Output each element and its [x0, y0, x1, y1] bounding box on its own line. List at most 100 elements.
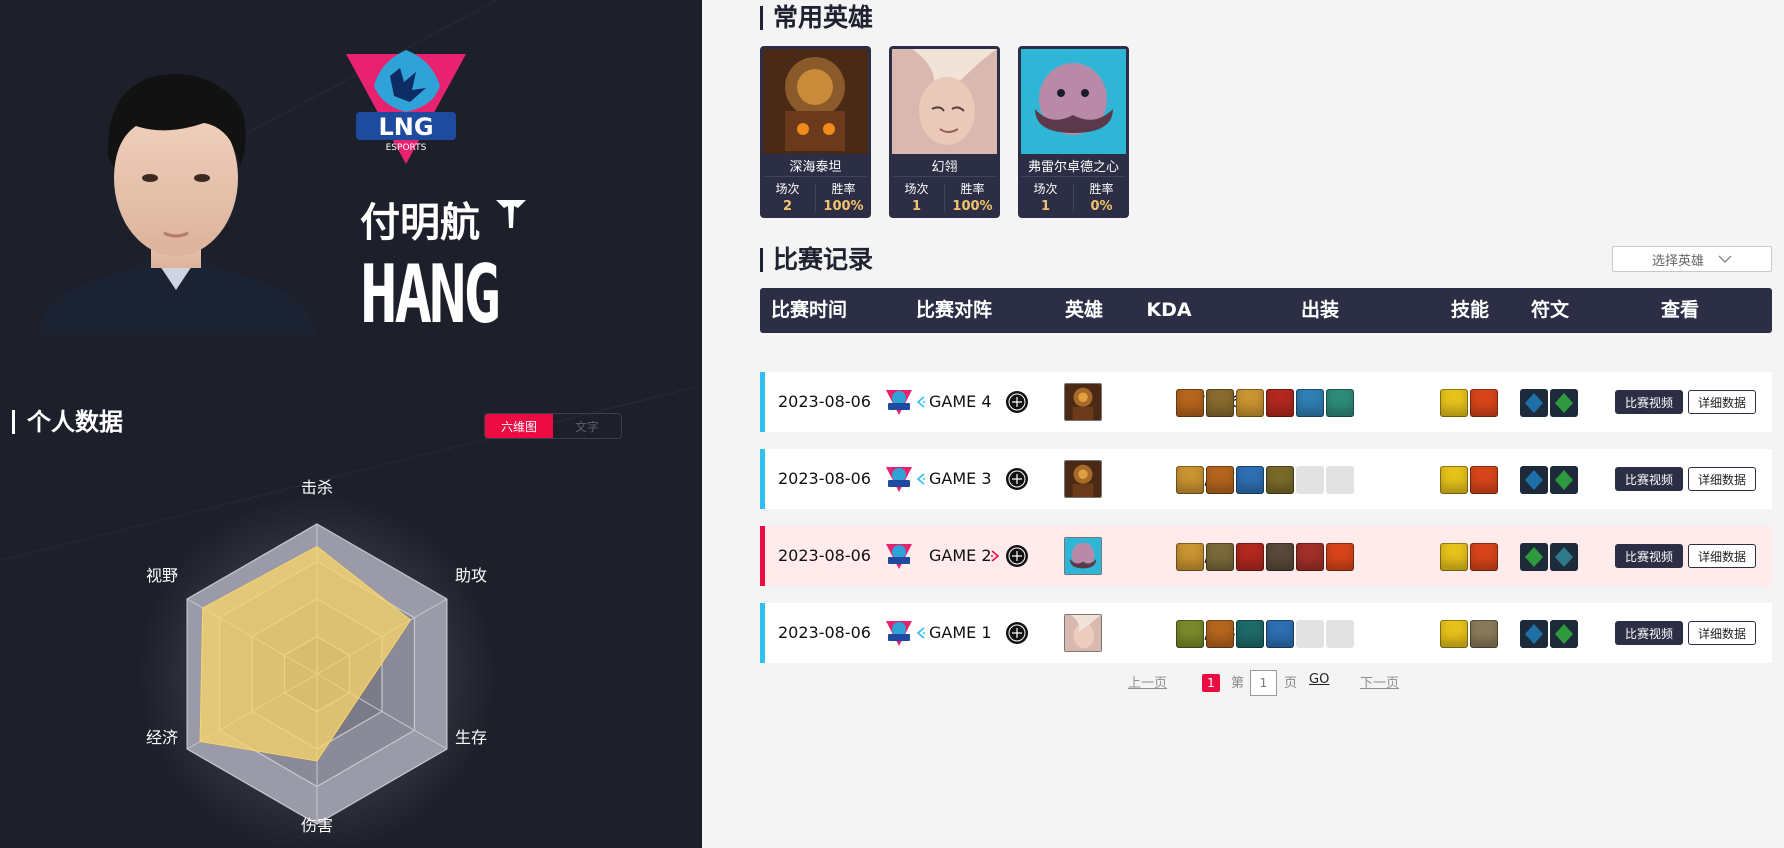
- item-icon[interactable]: [1326, 389, 1354, 417]
- team-logo-lng: [886, 390, 912, 415]
- divider: [893, 176, 996, 177]
- rune-icon[interactable]: [1550, 466, 1578, 494]
- player-photo: [36, 74, 316, 334]
- rune-icon[interactable]: [1520, 543, 1548, 571]
- item-icon[interactable]: [1176, 466, 1204, 494]
- hero-name: 深海泰坦: [789, 160, 842, 175]
- hero-winrate: 胜率 100%: [823, 182, 864, 214]
- match-table-header: 比赛时间 比赛对阵 英雄 KDA 出装 技能 符文 查看: [760, 288, 1772, 333]
- flash-spell-icon[interactable]: [1440, 543, 1468, 571]
- item-icon[interactable]: [1266, 620, 1294, 648]
- hero-winrate: 胜率 0%: [1089, 182, 1114, 214]
- go-button[interactable]: GO: [1309, 672, 1329, 687]
- svg-text:ESPORTS: ESPORTS: [386, 143, 427, 153]
- radar-label-economy: 经济: [146, 728, 179, 747]
- flash-spell-icon[interactable]: [1440, 466, 1468, 494]
- radar-chart: [137, 494, 497, 848]
- section-title-match-records: 比赛记录: [760, 247, 873, 272]
- detail-data-button[interactable]: 详细数据: [1688, 621, 1756, 645]
- team-logo-edg: [1006, 545, 1028, 567]
- match-video-button[interactable]: 比赛视频: [1615, 467, 1683, 491]
- loss-arrow-icon: [991, 550, 1000, 562]
- item-icon[interactable]: [1206, 466, 1234, 494]
- page-number-current[interactable]: 1: [1202, 674, 1220, 692]
- win-arrow-icon: [916, 627, 925, 639]
- match-video-button[interactable]: 比赛视频: [1615, 544, 1683, 568]
- item-icon[interactable]: [1206, 620, 1234, 648]
- item-icon[interactable]: [1236, 466, 1264, 494]
- played-hero-icon[interactable]: [1064, 537, 1102, 575]
- item-icon[interactable]: [1236, 543, 1264, 571]
- team-logo-edg: [1006, 391, 1028, 413]
- rune-icon[interactable]: [1550, 389, 1578, 417]
- hero-card[interactable]: 幻翎 场次 1 胜率 100%: [889, 46, 1000, 218]
- summoner-spell-icon[interactable]: [1470, 620, 1498, 648]
- rune-icon[interactable]: [1550, 620, 1578, 648]
- summoner-spell-icon[interactable]: [1470, 389, 1498, 417]
- item-icon[interactable]: [1176, 389, 1204, 417]
- toggle-text[interactable]: 文字: [553, 414, 621, 438]
- team-logo-edg: [1006, 622, 1028, 644]
- team-logo-lng: [886, 467, 912, 492]
- item-icon[interactable]: [1326, 543, 1354, 571]
- hero-card[interactable]: 深海泰坦 场次 2 胜率 100%: [760, 46, 871, 218]
- col-matchup: 比赛对阵: [915, 299, 993, 321]
- page-prefix: 第: [1231, 676, 1245, 691]
- hero-games: 场次 1: [904, 182, 929, 214]
- hero-games: 场次 2: [775, 182, 800, 214]
- item-icon[interactable]: [1206, 543, 1234, 571]
- rune-icon[interactable]: [1520, 466, 1548, 494]
- item-icon[interactable]: [1206, 389, 1234, 417]
- match-video-button[interactable]: 比赛视频: [1615, 390, 1683, 414]
- item-icon[interactable]: [1236, 389, 1264, 417]
- toggle-radar[interactable]: 六维图: [485, 414, 553, 438]
- flash-spell-icon[interactable]: [1440, 620, 1468, 648]
- empty-item-slot: [1296, 466, 1324, 494]
- item-icon[interactable]: [1176, 620, 1204, 648]
- item-icon[interactable]: [1236, 620, 1264, 648]
- played-hero-icon[interactable]: [1064, 614, 1102, 652]
- item-icon[interactable]: [1266, 543, 1294, 571]
- item-icon[interactable]: [1176, 543, 1204, 571]
- next-page-link[interactable]: 下一页: [1360, 672, 1399, 691]
- game-number: GAME 4: [929, 392, 992, 411]
- svg-text:LNG: LNG: [378, 113, 433, 141]
- hero-portrait-rakan: [892, 49, 997, 154]
- detail-data-button[interactable]: 详细数据: [1688, 390, 1756, 414]
- played-hero-icon[interactable]: [1064, 460, 1102, 498]
- played-hero-icon[interactable]: [1064, 383, 1102, 421]
- radar-label-damage: 伤害: [301, 816, 334, 835]
- rune-icon[interactable]: [1520, 620, 1548, 648]
- win-arrow-icon: [916, 396, 925, 408]
- rune-icon[interactable]: [1550, 543, 1578, 571]
- rune-icon[interactable]: [1520, 389, 1548, 417]
- detail-data-button[interactable]: 详细数据: [1688, 467, 1756, 491]
- item-icon[interactable]: [1296, 389, 1324, 417]
- hero-name: 幻翎: [931, 160, 958, 175]
- col-kda: KDA: [1146, 299, 1192, 321]
- prev-page-link[interactable]: 上一页: [1128, 672, 1167, 691]
- summoner-spell-icon[interactable]: [1470, 543, 1498, 571]
- page-input[interactable]: 1: [1250, 670, 1277, 696]
- match-row: 2023-08-06GAME 10/1/8比赛视频详细数据: [760, 603, 1772, 663]
- match-date: 2023-08-06: [778, 392, 871, 411]
- summoner-spell-icon[interactable]: [1470, 466, 1498, 494]
- hero-portrait-nautilus: [763, 49, 868, 154]
- item-icon[interactable]: [1296, 543, 1324, 571]
- empty-item-slot: [1326, 620, 1354, 648]
- select-hero-dropdown[interactable]: 选择英雄: [1612, 246, 1772, 272]
- flash-spell-icon[interactable]: [1440, 389, 1468, 417]
- hero-card[interactable]: 弗雷尔卓德之心 场次 1 胜率 0%: [1018, 46, 1129, 218]
- col-spells: 技能: [1450, 299, 1490, 321]
- radar-label-survival: 生存: [455, 728, 488, 747]
- col-view: 查看: [1660, 299, 1700, 321]
- empty-item-slot: [1326, 466, 1354, 494]
- item-icon[interactable]: [1266, 466, 1294, 494]
- game-number: GAME 2: [929, 546, 992, 565]
- support-role-icon: [496, 200, 526, 228]
- select-hero-label: 选择英雄: [1651, 253, 1704, 269]
- player-id: HANG: [360, 248, 501, 341]
- item-icon[interactable]: [1266, 389, 1294, 417]
- match-video-button[interactable]: 比赛视频: [1615, 621, 1683, 645]
- detail-data-button[interactable]: 详细数据: [1688, 544, 1756, 568]
